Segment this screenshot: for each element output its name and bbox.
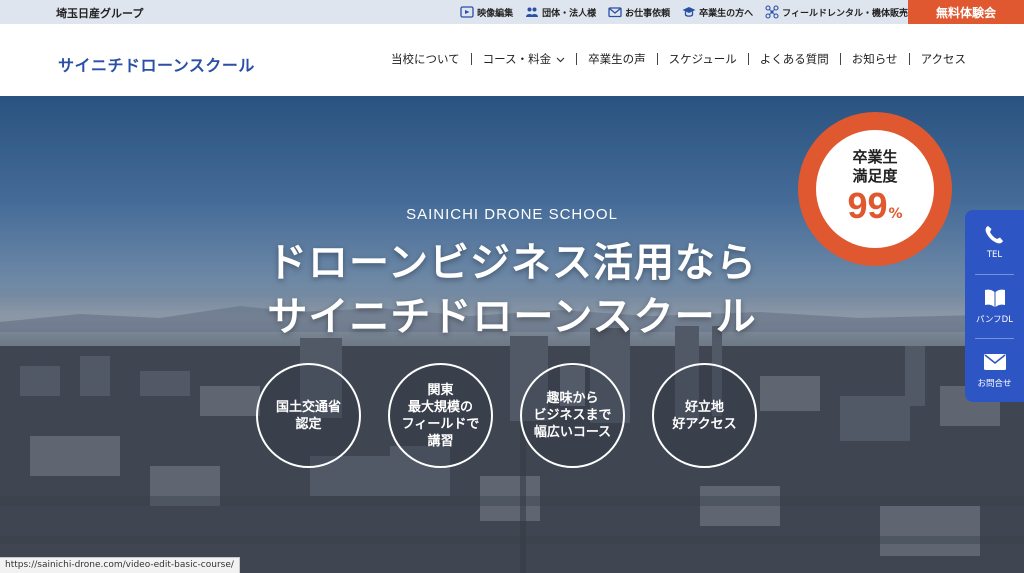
nav-divider [656,53,658,65]
book-icon [984,289,1005,307]
satisfaction-label: 卒業生 満足度 [852,148,898,185]
free-trial-button[interactable]: 無料体験会 [908,0,1024,24]
nav-item-label: アクセス [920,52,966,66]
satisfaction-badge: 卒業生 満足度 99% [798,112,952,266]
nav-divider [839,53,841,65]
top-utility-bar: 埼玉日産グループ 映像編集 団体・法人様 お仕事依頼 卒業生の方へ フィールドレ… [0,0,1024,24]
nav-item-label: コース・料金 [482,52,552,66]
video-edit-icon [460,5,474,19]
satisfaction-unit: % [888,206,903,222]
side-tel-button[interactable]: TEL [965,210,1024,274]
nav-item-label: スケジュール [668,52,737,66]
browser-status-url: https://sainichi-drone.com/video-edit-ba… [0,557,240,573]
phone-icon [985,226,1003,244]
nav-item-label: よくある質問 [759,52,829,66]
side-button-label: お問合せ [977,379,1012,389]
nav-item-label: 卒業生の声 [588,52,646,66]
nav-item-schedule[interactable]: スケジュール [669,51,737,67]
util-link-label: フィールドレンタル・機体販売 [782,8,908,19]
nav-divider [908,53,910,65]
nav-item-label: 当校について [390,52,460,66]
utility-links: 映像編集 団体・法人様 お仕事依頼 卒業生の方へ フィールドレンタル・機体販売 [448,0,908,24]
side-button-label: パンフDL [976,315,1013,325]
main-nav: 当校について コース・料金 卒業生の声 スケジュール よくある質問 お知らせ ア… [391,51,966,67]
nav-item-testimonials[interactable]: 卒業生の声 [588,51,646,67]
util-link-label: 卒業生の方へ [699,8,754,19]
nav-divider [576,53,578,65]
util-link-job-request[interactable]: お仕事依頼 [608,5,670,19]
util-link-field-rental[interactable]: フィールドレンタル・機体販売 [765,5,908,19]
hero-headline-line2: サイニチドローンスクール [267,294,757,340]
feature-circles: 国土交通省 認定 関東 最大規模の フィールドで 講習 趣味から ビジネスまで … [256,363,784,468]
util-link-groups[interactable]: 団体・法人様 [525,5,596,19]
nav-item-access[interactable]: アクセス [921,51,966,67]
feature-circle-course-range: 趣味から ビジネスまで 幅広いコース [520,363,625,468]
nav-item-faq[interactable]: よくある質問 [760,51,829,67]
nav-item-label: お知らせ [851,52,898,66]
side-button-label: TEL [986,250,1003,260]
side-contact-panel: TEL パンフDL お問合せ [965,210,1024,402]
feature-circle-access: 好立地 好アクセス [652,363,757,468]
util-link-label: 映像編集 [477,8,514,19]
nav-divider [470,53,472,65]
graduation-cap-icon [682,5,696,19]
util-link-label: 団体・法人様 [542,8,597,19]
mail-icon [608,5,622,19]
feature-circle-mlit-certified: 国土交通省 認定 [256,363,361,468]
nav-item-about[interactable]: 当校について [391,51,460,67]
util-link-video-edit[interactable]: 映像編集 [460,5,513,19]
satisfaction-value: 99 [847,185,888,226]
nav-item-courses[interactable]: コース・料金 [483,51,565,67]
util-link-label: お仕事依頼 [625,8,671,19]
group-icon [525,5,539,19]
util-link-graduates[interactable]: 卒業生の方へ [682,5,753,19]
satisfaction-badge-inner: 卒業生 満足度 99% [816,130,934,248]
side-brochure-button[interactable]: パンフDL [965,274,1024,338]
chevron-down-icon [556,55,565,64]
drone-icon [765,5,779,19]
nav-divider [747,53,749,65]
envelope-icon [983,354,1006,370]
side-contact-button[interactable]: お問合せ [965,338,1024,402]
nav-item-news[interactable]: お知らせ [852,51,898,67]
site-header: サイニチドローンスクール 当校について コース・料金 卒業生の声 スケジュール … [0,24,1024,96]
hero-section: SAINICHI DRONE SCHOOL ドローンビジネス活用なら サイニチド… [0,96,1024,573]
feature-circle-largest-field: 関東 最大規模の フィールドで 講習 [388,363,493,468]
site-logo[interactable]: サイニチドローンスクール [58,52,255,76]
group-name: 埼玉日産グループ [56,7,144,20]
